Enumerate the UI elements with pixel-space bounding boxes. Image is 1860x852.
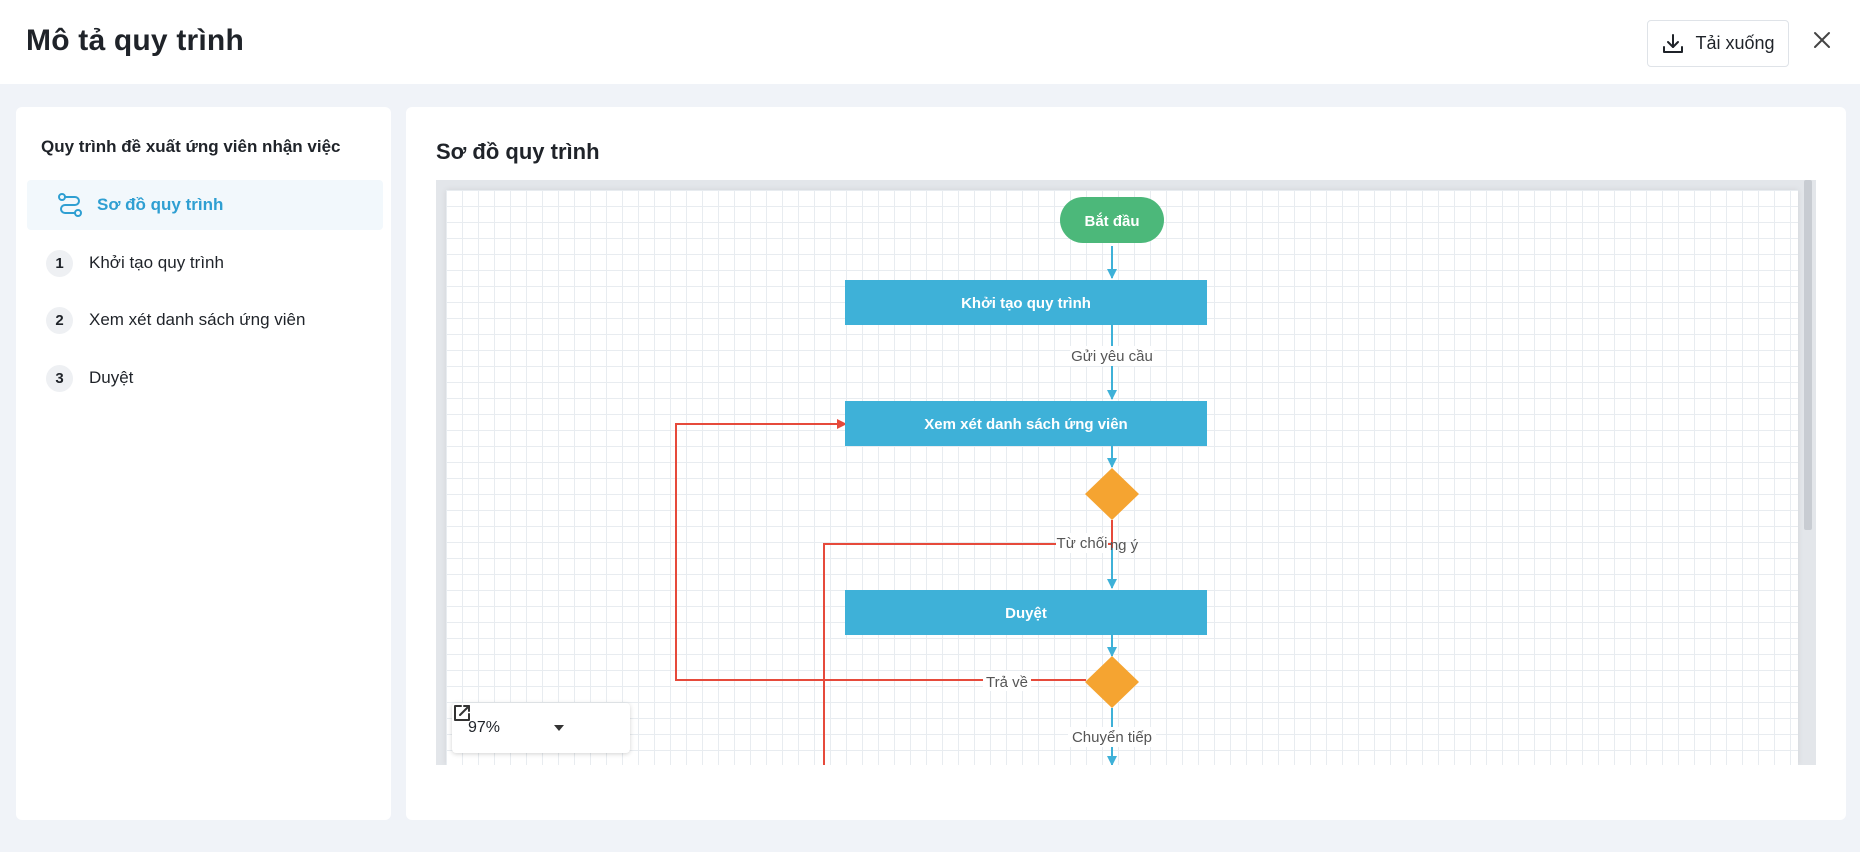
sidebar-item-label: Sơ đồ quy trình (97, 195, 224, 214)
step-number-badge: 1 (46, 250, 73, 277)
sidebar-item-initialize[interactable]: 1 Khởi tạo quy trình (27, 238, 383, 288)
step-number-badge: 2 (46, 307, 73, 334)
sidebar-heading: Quy trình đề xuất ứng viên nhận việc (41, 137, 341, 156)
close-button[interactable] (1808, 28, 1836, 56)
sidebar-item-process-diagram[interactable]: Sơ đồ quy trình (27, 180, 383, 230)
node-step1-label: Khởi tạo quy trình (961, 295, 1091, 312)
edge-label-agree: ng ý (1110, 537, 1139, 554)
edge-return (675, 419, 1086, 681)
header-bar: Mô tả quy trình Tải xuống (0, 0, 1860, 84)
sidebar-item-label: Xem xét danh sách ứng viên (89, 310, 306, 329)
download-icon (1661, 32, 1685, 56)
sidebar-item-label: Duyệt (89, 368, 134, 387)
sidebar-item-label: Khởi tạo quy trình (89, 253, 224, 272)
zoom-control: 97% (452, 703, 630, 753)
sidebar-item-review[interactable]: 2 Xem xét danh sách ứng viên (27, 295, 383, 345)
edge-label-return: Trả về (986, 674, 1028, 691)
flow-icon (57, 192, 83, 218)
node-start-label: Bắt đầu (1084, 212, 1139, 230)
close-icon (1813, 31, 1831, 54)
zoom-level[interactable]: 97% (468, 719, 554, 737)
edge-label-forward: Chuyển tiếp (1072, 729, 1152, 746)
page-title: Mô tả quy trình (26, 24, 244, 57)
caret-down-icon[interactable] (554, 725, 564, 731)
download-label: Tải xuống (1695, 33, 1775, 53)
sidebar-item-approve[interactable]: 3 Duyệt (27, 353, 383, 403)
decision-1 (1085, 468, 1139, 520)
edge-label-send-request: Gửi yêu cầu (1071, 348, 1153, 365)
node-step3-label: Duyệt (1005, 605, 1047, 622)
flowchart-svg: Bắt đầu Khởi tạo quy trình Xem xét danh … (675, 197, 1207, 765)
download-button[interactable]: Tải xuống (1647, 20, 1789, 67)
process-diagram[interactable]: Bắt đầu Khởi tạo quy trình Xem xét danh … (436, 180, 1816, 765)
sidebar: Quy trình đề xuất ứng viên nhận việc Sơ … (16, 107, 391, 820)
section-title: Sơ đồ quy trình (436, 139, 600, 164)
edge-label-reject: Từ chối (1057, 535, 1108, 552)
decision-2 (1085, 656, 1139, 708)
step-number-badge: 3 (46, 365, 73, 392)
main-panel: Sơ đồ quy trình Bắt đầu Khởi tạo quy trì… (406, 107, 1846, 820)
node-step2-label: Xem xét danh sách ứng viên (924, 416, 1127, 433)
